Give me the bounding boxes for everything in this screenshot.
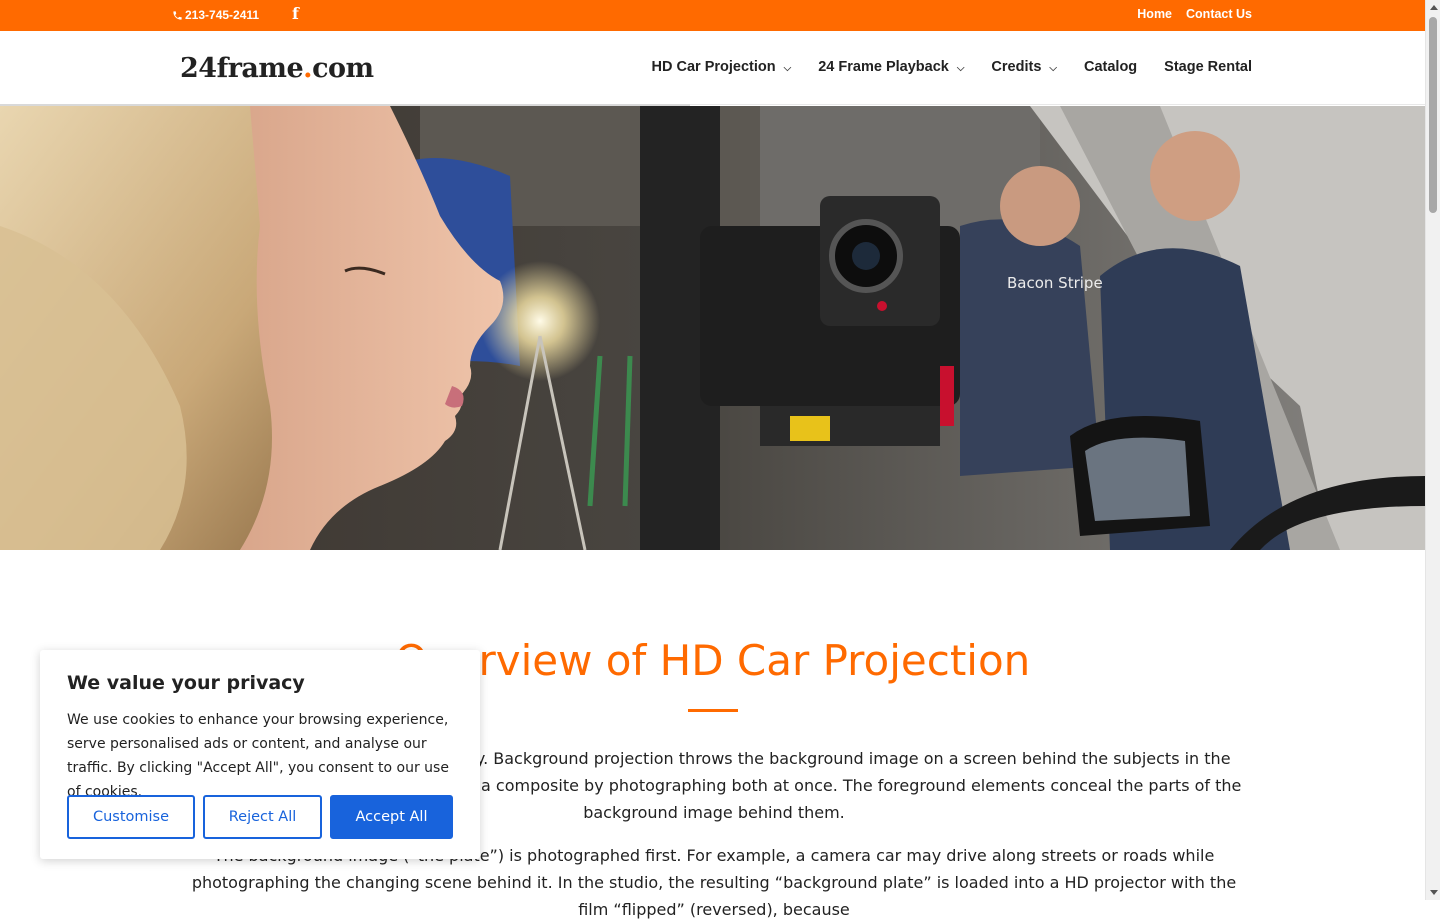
chevron-down-icon: ⌵ xyxy=(1049,62,1057,74)
hero-sign-text: Bacon Stripe xyxy=(1007,274,1103,292)
hero-image: Bacon Stripe xyxy=(0,106,1425,550)
facebook-icon[interactable]: f xyxy=(292,5,304,23)
main-nav: HD Car Projection ⌵ 24 Frame Playback ⌵ … xyxy=(652,59,1252,75)
nav-hd-car-projection[interactable]: HD Car Projection ⌵ xyxy=(652,59,792,75)
phone-link[interactable]: 213-745-2411 xyxy=(172,8,259,22)
top-bar: 213-745-2411 f Home Contact Us xyxy=(0,0,1425,31)
cookie-consent-banner: We value your privacy We use cookies to … xyxy=(40,650,480,859)
accept-all-button[interactable]: Accept All xyxy=(330,795,453,839)
chevron-down-icon: ⌵ xyxy=(783,62,792,74)
nav-catalog[interactable]: Catalog xyxy=(1084,59,1137,75)
cookie-title: We value your privacy xyxy=(67,672,305,694)
chevron-down-icon: ⌵ xyxy=(956,62,965,74)
phone-number: 213-745-2411 xyxy=(185,8,260,22)
customise-button[interactable]: Customise xyxy=(67,795,195,839)
phone-icon xyxy=(173,10,182,20)
title-divider xyxy=(688,709,738,712)
nav-label: HD Car Projection xyxy=(651,59,776,75)
nav-label: Credits xyxy=(991,59,1042,75)
logo-tld: com xyxy=(312,53,374,84)
page-scrollbar[interactable] xyxy=(1425,0,1440,900)
reject-all-button[interactable]: Reject All xyxy=(203,795,322,839)
main-header: 24frame.com HD Car Projection ⌵ 24 Frame… xyxy=(0,31,1425,105)
logo-main: 24frame xyxy=(180,53,304,84)
scroll-down-icon[interactable] xyxy=(1430,890,1438,895)
cookie-body: We use cookies to enhance your browsing … xyxy=(67,712,449,800)
site-logo[interactable]: 24frame.com xyxy=(180,53,374,84)
nav-label: 24 Frame Playback xyxy=(818,59,949,75)
nav-24-frame-playback[interactable]: 24 Frame Playback ⌵ xyxy=(818,59,964,75)
nav-credits[interactable]: Credits ⌵ xyxy=(991,59,1057,75)
logo-dot: . xyxy=(303,53,313,84)
nav-label: Catalog xyxy=(1083,59,1138,75)
top-link-home[interactable]: Home xyxy=(1137,7,1172,21)
nav-stage-rental[interactable]: Stage Rental xyxy=(1164,59,1252,75)
hero-photo: Bacon Stripe xyxy=(0,106,1425,550)
scroll-up-icon[interactable] xyxy=(1430,5,1438,10)
nav-label: Stage Rental xyxy=(1164,59,1252,75)
scroll-thumb[interactable] xyxy=(1429,17,1437,213)
top-link-contact[interactable]: Contact Us xyxy=(1186,7,1252,21)
